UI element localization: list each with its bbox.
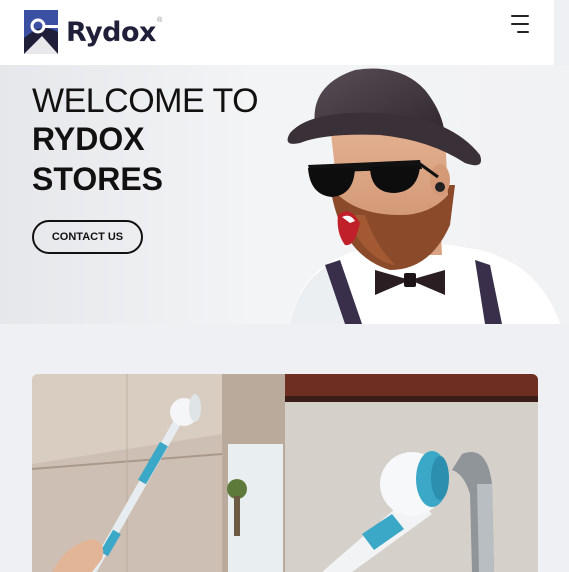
brand-logo[interactable]: Rydox ® [24, 10, 162, 54]
brand-name: Rydox [66, 16, 156, 48]
rydox-logo-mark-icon [24, 10, 58, 54]
hero-heading: WELCOME TO RYDOX STORES [32, 82, 259, 199]
site-header: Rydox ® [0, 0, 554, 65]
hero-banner: WELCOME TO RYDOX STORES CONTACT US [0, 65, 569, 324]
menu-line-middle [511, 23, 529, 25]
hero-heading-welcome: WELCOME TO [32, 82, 259, 120]
hero-man-with-hat-image [287, 68, 560, 324]
menu-line-top [511, 15, 529, 17]
menu-line-bottom [517, 31, 529, 33]
hero-heading-stores: STORES [32, 161, 163, 197]
hamburger-menu-button[interactable] [505, 13, 535, 37]
product-image-card[interactable] [32, 374, 538, 572]
spin-scrubber-product-image [32, 374, 538, 572]
hero-heading-brand: RYDOX [32, 121, 145, 157]
contact-us-button[interactable]: CONTACT US [32, 220, 143, 254]
registered-mark: ® [156, 16, 163, 24]
